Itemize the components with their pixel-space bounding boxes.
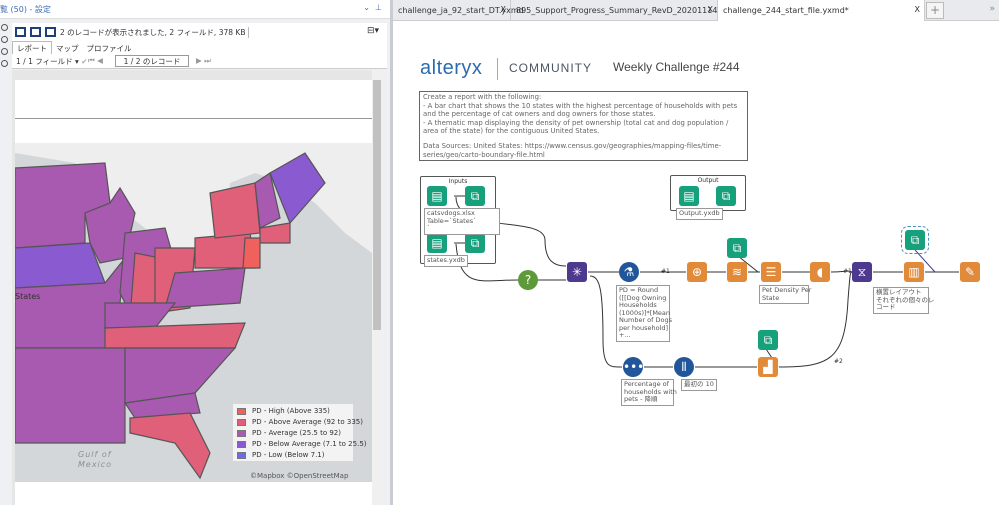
selected-browse-tool[interactable]: ⧉ <box>901 226 929 254</box>
browse-tool[interactable]: ⧉ <box>758 330 778 350</box>
output-annotation: Output.yxdb <box>676 208 723 220</box>
layout-annotation: 横置レイアウト それぞれの個々のレ コード <box>873 287 935 314</box>
states-annotation: states.yxdb <box>424 255 468 267</box>
browse-tool[interactable]: ⧉ <box>465 233 485 253</box>
input-data-tool[interactable]: ▤ <box>427 233 447 253</box>
input-data-tool[interactable]: ▤ <box>427 186 447 206</box>
challenge-title: Weekly Challenge #244 <box>613 60 740 74</box>
charting-tool[interactable]: ▟ <box>758 357 778 377</box>
logo-divider <box>497 58 498 80</box>
browse-tool[interactable]: ⧉ <box>465 186 485 206</box>
description-comment[interactable]: Create a report with the following: - A … <box>419 91 748 161</box>
community-label: COMMUNITY <box>509 61 592 75</box>
description-line: - A bar chart that shows the 10 states w… <box>423 101 738 119</box>
top10-annotation: 最初の 10 <box>681 379 717 391</box>
container-title: Output <box>697 177 719 184</box>
layout-tool[interactable]: ▥ <box>904 262 924 282</box>
filter-tool[interactable]: ? <box>518 270 538 290</box>
description-line: Create a report with the following: <box>423 93 542 101</box>
description-line: - A thematic map displaying the density … <box>423 118 729 136</box>
container-title: Inputs <box>448 178 468 185</box>
connection-label: #1 <box>843 268 852 275</box>
connections <box>454 195 959 368</box>
output-browse-tool[interactable]: ⧉ <box>716 186 736 206</box>
connection-label: #2 <box>834 358 843 365</box>
catsvdogs-annotation: catsvdogs.xlsx Table=`States` ` <box>424 208 500 235</box>
percentage-annotation: Percentage of households with pets - 降順 <box>621 379 677 406</box>
table-tool[interactable]: ◖ <box>810 262 830 282</box>
formula-annotation: PD = Round ([[Dog Owning Households (100… <box>616 285 672 342</box>
union-tool[interactable]: ⧖ <box>852 262 872 282</box>
sample-tool[interactable]: ⫴ <box>674 357 694 377</box>
pet-density-annotation: Pet Density Per State <box>759 285 811 304</box>
render-tool[interactable]: ✎ <box>960 262 980 282</box>
map-legend-builder-tool[interactable]: ⊕ <box>687 262 707 282</box>
spatial-match-tool[interactable]: ✳ <box>567 262 587 282</box>
layout-map-tool[interactable]: ≋ <box>727 262 747 282</box>
description-line: Data Sources: United States: https://www… <box>423 141 722 159</box>
output-data-tool[interactable]: ▤ <box>679 186 699 206</box>
report-text-tool[interactable]: ☰ <box>761 262 781 282</box>
browse-tool[interactable]: ⧉ <box>727 238 747 258</box>
sort-tool[interactable]: ••• <box>623 357 644 377</box>
formula-tool[interactable]: ⚗ <box>619 262 639 282</box>
connection-label: #1 <box>661 268 670 275</box>
alteryx-logo: alteryx <box>420 57 483 79</box>
